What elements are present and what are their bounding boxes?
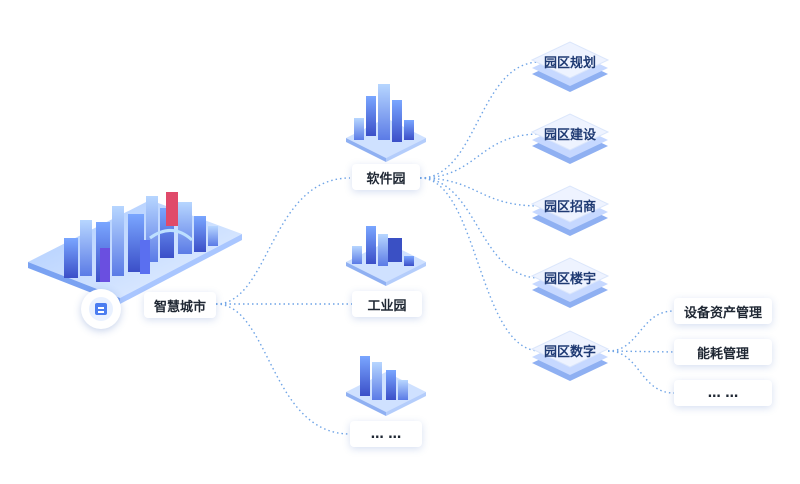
digital-item-energy-management[interactable]: 能耗管理 [674, 339, 772, 365]
diagram-canvas [28, 41, 675, 435]
connector-lines [215, 61, 675, 435]
function-tile-label: 园区规划 [543, 56, 596, 71]
connector-to-digital [419, 177, 541, 352]
park-node-industrial[interactable]: 工业园 [352, 291, 422, 317]
digital-item-label: 设备资产管理 [683, 305, 762, 321]
function-tile-label: 园区招商 [543, 200, 596, 215]
root-node-smart-city[interactable]: 智慧城市 [144, 292, 216, 318]
connector-to-other-item [607, 350, 675, 394]
root-node-label: 智慧城市 [153, 299, 206, 315]
digital-item-label: … … [707, 385, 739, 401]
digital-item-other[interactable]: … … [674, 380, 772, 406]
digital-item-label: 能耗管理 [696, 346, 749, 362]
software-park-illustration [346, 84, 426, 162]
function-tile-investment[interactable]: 园区招商 [536, 196, 604, 215]
connector-to-construction [419, 133, 541, 179]
park-node-label: 工业园 [367, 298, 407, 314]
park-node-label: … … [370, 426, 402, 442]
digital-item-asset-management[interactable]: 设备资产管理 [674, 298, 772, 324]
function-tile-digital[interactable]: 园区数字 [536, 341, 604, 360]
connector-root-to-other-park [215, 303, 351, 435]
connector-to-planning [419, 61, 541, 179]
park-node-label: 软件园 [366, 171, 406, 187]
connector-to-buildings [419, 177, 541, 279]
smart-city-badge [81, 289, 121, 329]
function-tile-planning[interactable]: 园区规划 [536, 52, 604, 71]
smart-city-illustration [28, 192, 242, 304]
function-tile-buildings[interactable]: 园区楼宇 [536, 268, 604, 287]
park-node-other[interactable]: … … [350, 421, 422, 447]
other-park-illustration [346, 356, 426, 416]
function-tile-label: 园区建设 [543, 128, 596, 143]
function-tile-label: 园区楼宇 [543, 272, 596, 287]
building-icon [89, 297, 113, 321]
function-tile-construction[interactable]: 园区建设 [536, 124, 604, 143]
function-tile-label: 园区数字 [543, 345, 596, 360]
industrial-park-illustration [346, 226, 426, 286]
connector-to-asset-management [607, 310, 675, 352]
park-node-software[interactable]: 软件园 [352, 164, 420, 190]
